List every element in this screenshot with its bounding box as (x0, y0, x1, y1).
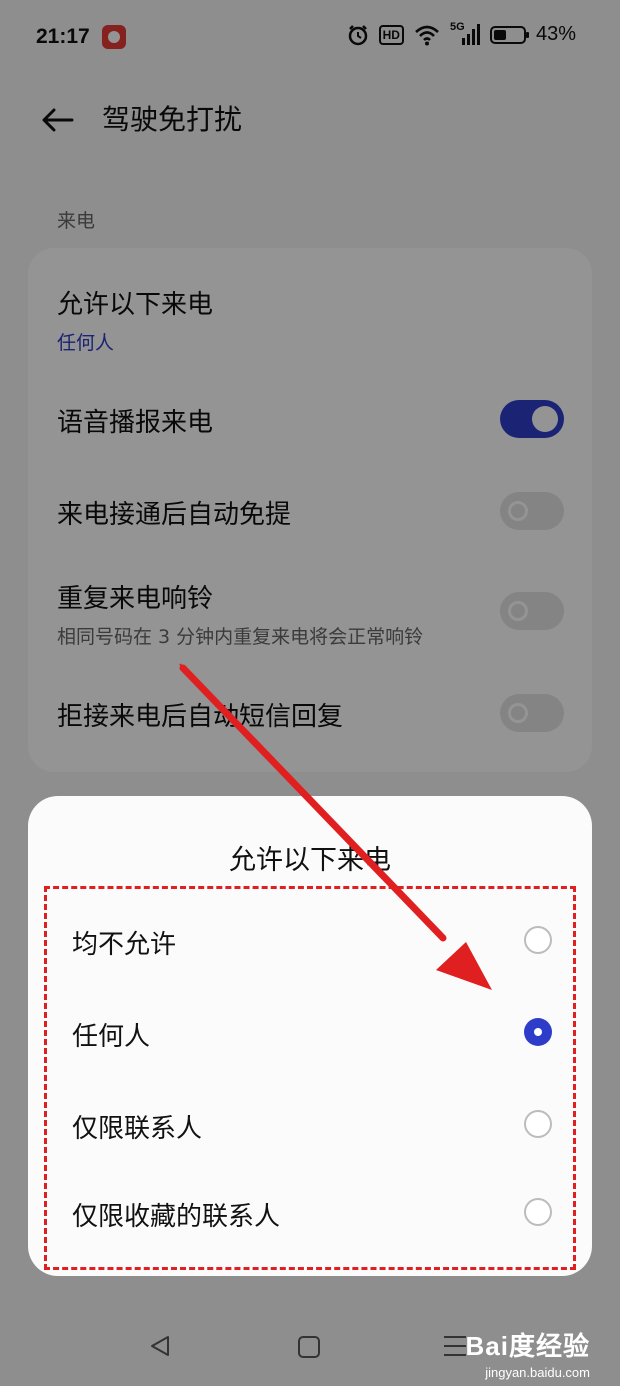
annotation-arrow-icon (179, 663, 492, 990)
nav-home-icon[interactable] (298, 1336, 320, 1358)
watermark-main: Bai度经验 (465, 1331, 590, 1361)
baidu-jingyan-watermark: Bai度经验 jingyan.baidu.com (466, 1326, 590, 1380)
system-nav-bar: Bai度经验 jingyan.baidu.com (0, 1310, 620, 1386)
watermark-sub: jingyan.baidu.com (485, 1365, 590, 1380)
nav-back-icon[interactable] (148, 1334, 172, 1358)
nav-menu-icon[interactable] (444, 1336, 466, 1363)
